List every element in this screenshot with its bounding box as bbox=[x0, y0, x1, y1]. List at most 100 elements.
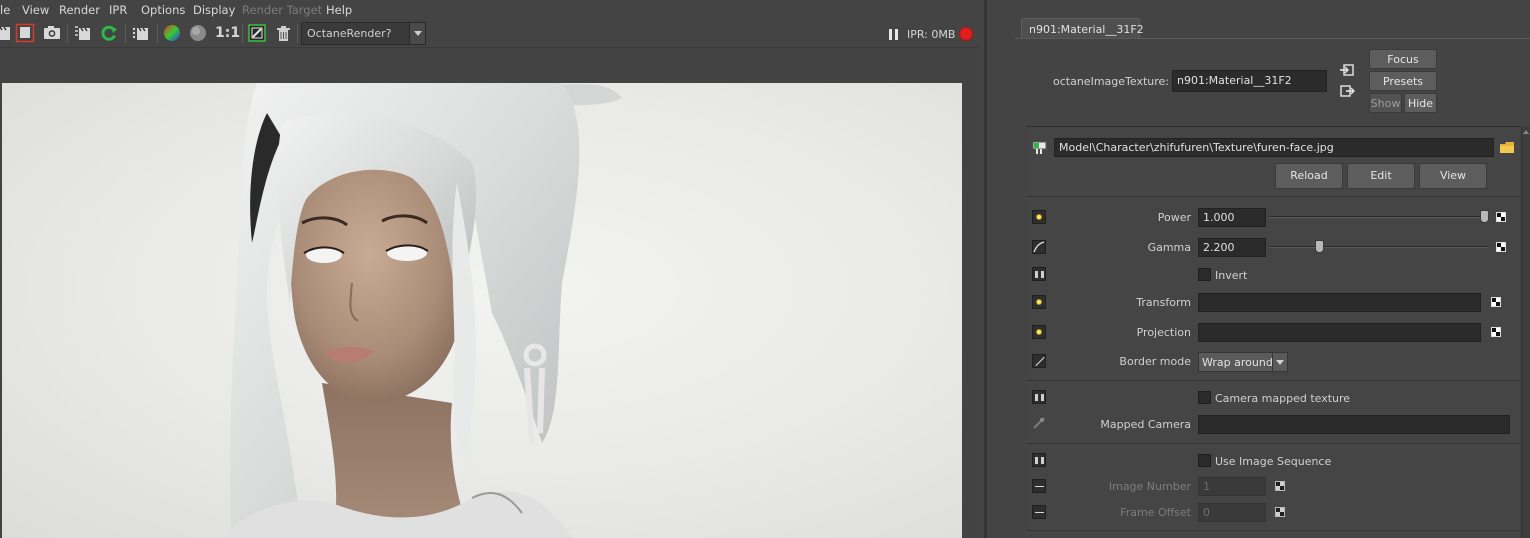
mapped-camera-icon[interactable] bbox=[1032, 416, 1046, 430]
border-mode-label: Border mode bbox=[1119, 355, 1191, 368]
node-name-value: n901:Material__31F2 bbox=[1177, 74, 1292, 87]
frame-offset-icon[interactable] bbox=[1032, 505, 1046, 519]
projection-map-icon[interactable] bbox=[1491, 327, 1501, 337]
frame-offset-label: Frame Offset bbox=[1120, 506, 1191, 519]
projection-field[interactable] bbox=[1198, 323, 1481, 342]
toolbar-divider bbox=[157, 24, 158, 43]
image-texture-attributes: Model\Character\zhifufuren\Texture\furen… bbox=[1026, 126, 1520, 538]
power-slider-handle[interactable] bbox=[1480, 210, 1489, 223]
section-divider bbox=[1026, 196, 1520, 197]
snapshot-camera-icon[interactable] bbox=[42, 23, 62, 43]
menu-render-target: Render Target bbox=[242, 3, 323, 17]
power-map-icon[interactable] bbox=[1496, 212, 1506, 222]
folder-icon[interactable] bbox=[1499, 141, 1515, 154]
rgb-channels-icon[interactable] bbox=[162, 23, 182, 43]
frame-offset-value: 0 bbox=[1203, 506, 1210, 519]
gamma-map-icon[interactable] bbox=[1496, 242, 1506, 252]
toolbar-divider bbox=[297, 24, 298, 43]
reload-button-label: Reload bbox=[1290, 169, 1328, 182]
use-image-sequence-label: Use Image Sequence bbox=[1215, 455, 1332, 468]
pane-splitter[interactable] bbox=[984, 0, 987, 538]
show-button-label: Show bbox=[1370, 97, 1401, 110]
chevron-down-icon bbox=[409, 23, 425, 44]
toolbar-divider bbox=[242, 24, 243, 43]
focus-button-label: Focus bbox=[1387, 53, 1419, 66]
stop-ipr-icon[interactable] bbox=[959, 27, 973, 41]
view-button[interactable]: View bbox=[1419, 163, 1487, 189]
gamma-curve-icon[interactable] bbox=[1032, 240, 1046, 254]
pause-icon[interactable] bbox=[889, 29, 899, 40]
transform-field[interactable] bbox=[1198, 293, 1481, 312]
remove-image-icon[interactable] bbox=[273, 23, 293, 43]
focus-button[interactable]: Focus bbox=[1369, 49, 1437, 69]
projection-label: Projection bbox=[1136, 326, 1191, 339]
transform-map-icon[interactable] bbox=[1491, 297, 1501, 307]
menu-render[interactable]: Render bbox=[59, 3, 100, 17]
image-number-icon[interactable] bbox=[1032, 479, 1046, 493]
file-path-value: Model\Character\zhifufuren\Texture\furen… bbox=[1059, 141, 1334, 154]
toolbar-divider bbox=[125, 24, 126, 43]
image-number-field: 1 bbox=[1198, 477, 1266, 496]
node-name-field[interactable]: n901:Material__31F2 bbox=[1172, 70, 1327, 92]
render-view-toolbar: 1:1 OctaneRender? IPR: 0MB bbox=[0, 20, 980, 48]
input-connections-icon[interactable] bbox=[1339, 62, 1355, 78]
camera-mapped-toggle-icon[interactable] bbox=[1032, 390, 1046, 404]
border-mode-value: Wrap around bbox=[1202, 356, 1273, 369]
power-connection-icon[interactable] bbox=[1032, 210, 1046, 224]
reload-button[interactable]: Reload bbox=[1275, 163, 1343, 189]
tab-divider bbox=[1015, 38, 1530, 39]
file-path-field[interactable]: Model\Character\zhifufuren\Texture\furen… bbox=[1054, 138, 1494, 157]
projection-connection-icon[interactable] bbox=[1032, 325, 1046, 339]
hide-button-label: Hide bbox=[1407, 97, 1434, 110]
keep-image-icon[interactable] bbox=[247, 23, 267, 43]
view-button-label: View bbox=[1439, 169, 1467, 182]
alpha-channel-icon[interactable] bbox=[188, 23, 208, 43]
node-type-label: octaneImageTexture: bbox=[1053, 75, 1169, 88]
edit-button[interactable]: Edit bbox=[1347, 163, 1415, 189]
real-size-ratio[interactable]: 1:1 bbox=[215, 25, 240, 41]
invert-toggle-icon[interactable] bbox=[1032, 267, 1046, 281]
menu-view[interactable]: View bbox=[22, 3, 49, 17]
image-sequence-toggle-icon[interactable] bbox=[1032, 453, 1046, 467]
attribute-editor-scrollbar[interactable] bbox=[1521, 126, 1530, 538]
tab-material-node[interactable]: n901:Material__31F2 bbox=[1021, 18, 1144, 39]
menu-options[interactable]: Options bbox=[141, 3, 185, 17]
section-divider bbox=[1026, 380, 1520, 381]
presets-button[interactable]: Presets bbox=[1369, 71, 1437, 91]
render-region-icon[interactable] bbox=[15, 23, 35, 43]
hide-button[interactable]: Hide bbox=[1404, 93, 1437, 113]
mapped-camera-label: Mapped Camera bbox=[1100, 418, 1191, 431]
menu-file[interactable]: le bbox=[0, 3, 10, 17]
mapped-camera-field[interactable] bbox=[1198, 415, 1510, 434]
renderer-dropdown[interactable]: OctaneRender? bbox=[301, 22, 426, 45]
menu-help[interactable]: Help bbox=[326, 3, 352, 17]
chevron-down-icon bbox=[1272, 353, 1287, 371]
power-label: Power bbox=[1157, 211, 1191, 224]
camera-mapped-checkbox[interactable] bbox=[1198, 391, 1211, 404]
output-connections-icon[interactable] bbox=[1339, 83, 1355, 99]
refresh-icon[interactable] bbox=[99, 23, 119, 43]
menu-display[interactable]: Display bbox=[193, 3, 235, 17]
invert-checkbox[interactable] bbox=[1198, 268, 1211, 281]
use-image-sequence-checkbox[interactable] bbox=[1198, 454, 1211, 467]
ipr-render-icon[interactable] bbox=[73, 23, 93, 43]
section-divider bbox=[1026, 530, 1520, 531]
attribute-editor-panel: n901:Material__31F2 octaneImageTexture: … bbox=[993, 0, 1530, 538]
renderer-dropdown-value: OctaneRender? bbox=[307, 27, 392, 40]
gamma-label: Gamma bbox=[1147, 241, 1191, 254]
power-slider[interactable] bbox=[1269, 216, 1489, 218]
invert-label: Invert bbox=[1215, 269, 1248, 282]
power-field[interactable]: 1.000 bbox=[1198, 208, 1266, 227]
render-sequence-icon[interactable] bbox=[131, 23, 151, 43]
border-mode-icon[interactable] bbox=[1032, 354, 1046, 368]
gamma-slider-handle[interactable] bbox=[1315, 240, 1325, 253]
image-number-value: 1 bbox=[1203, 480, 1210, 493]
transform-connection-icon[interactable] bbox=[1032, 295, 1046, 309]
edit-button-label: Edit bbox=[1370, 169, 1392, 182]
clapper-icon[interactable] bbox=[0, 23, 14, 43]
menu-ipr[interactable]: IPR bbox=[109, 3, 127, 17]
gamma-field[interactable]: 2.200 bbox=[1198, 238, 1266, 257]
border-mode-dropdown[interactable]: Wrap around bbox=[1198, 352, 1288, 372]
gamma-slider[interactable] bbox=[1269, 246, 1489, 248]
show-button[interactable]: Show bbox=[1369, 93, 1402, 113]
